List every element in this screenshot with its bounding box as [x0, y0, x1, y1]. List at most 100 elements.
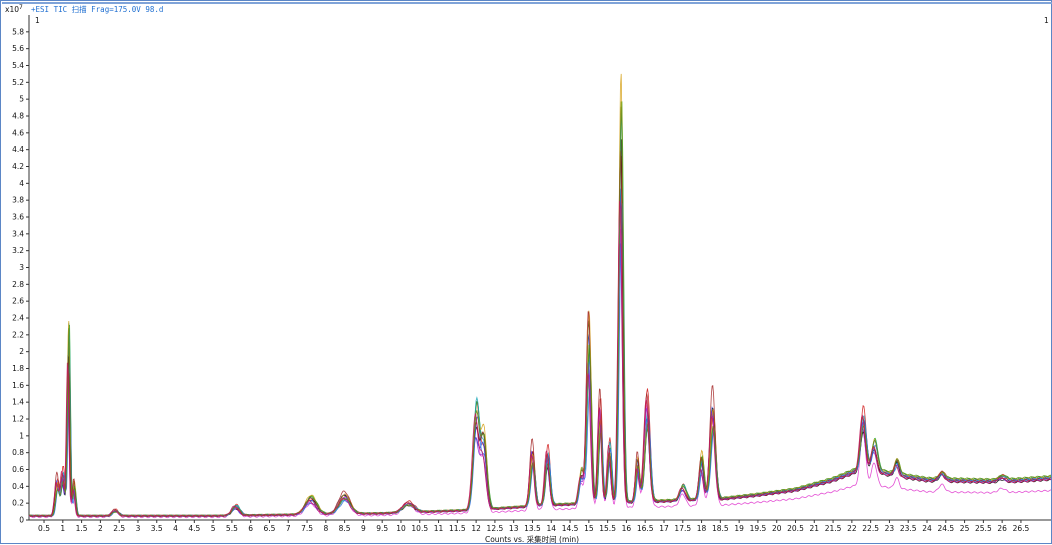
series-line [28, 243, 1052, 518]
chromatogram-panel: +ESI TIC 扫描 Frag=175.0V 98.d x10 7 1 1 0… [0, 0, 1052, 544]
x-tick-label: 10.5 [411, 524, 428, 533]
series-line [28, 101, 1052, 517]
x-tick-label: 18 [697, 524, 707, 533]
x-tick-label: 11 [434, 524, 444, 533]
x-tick-label: 25.5 [975, 524, 992, 533]
y-tick-label: 5 [19, 95, 24, 104]
y-tick-label: 3.6 [12, 213, 24, 222]
y-axis: 0 0.2 0.4 0.6 0.8 1 1.2 1.4 1.6 1.8 2 2.2 2.4 2.6 2.8 3… [12, 27, 29, 525]
y-tick-label: 1.2 [12, 415, 24, 424]
x-tick-label: 24.5 [937, 524, 954, 533]
x-tick-label: 24 [922, 524, 932, 533]
y-tick-label: 4.6 [12, 128, 24, 137]
x-tick-label: 23 [885, 524, 895, 533]
x-tick-label: 1.5 [76, 524, 88, 533]
x-tick-label: 10 [396, 524, 406, 533]
x-tick-label: 11.5 [449, 524, 466, 533]
x-tick-label: 16 [622, 524, 632, 533]
y-tick-label: 3.2 [12, 246, 24, 255]
x-tick-label: 18.5 [712, 524, 729, 533]
tic-chromatogram-chart: +ESI TIC 扫描 Frag=175.0V 98.d x10 7 1 1 0… [2, 2, 1052, 544]
x-tick-label: 7 [286, 524, 291, 533]
y-multiplier-label: x10 [5, 5, 19, 14]
y-tick-label: 0 [19, 516, 24, 525]
series-line [28, 113, 1052, 517]
x-tick-label: 22.5 [862, 524, 879, 533]
x-tick-label: 22 [847, 524, 857, 533]
y-tick-label: 4.8 [12, 112, 24, 121]
y-tick-label: 2.2 [12, 330, 24, 339]
x-tick-label: 26 [997, 524, 1007, 533]
y-tick-label: 2 [19, 347, 24, 356]
y-tick-label: 1.4 [12, 398, 24, 407]
series-line [28, 106, 1052, 517]
x-tick-label: 6 [248, 524, 253, 533]
series-line [29, 73, 1052, 517]
x-tick-label: 13 [509, 524, 519, 533]
y-tick-label: 1.6 [12, 381, 24, 390]
y-tick-label: 2.8 [12, 280, 24, 289]
y-tick-label: 4.4 [12, 145, 24, 154]
y-tick-label: 5.8 [12, 27, 24, 36]
y-tick-label: 3.8 [12, 196, 24, 205]
x-tick-label: 8.5 [339, 524, 351, 533]
x-tick-label: 21 [810, 524, 820, 533]
x-tick-label: 8 [323, 524, 328, 533]
x-tick-label: 17 [659, 524, 669, 533]
y-tick-label: 4.2 [12, 162, 24, 171]
series-line [28, 150, 1052, 517]
corner-marker-right: 1 [1044, 16, 1049, 25]
x-tick-label: 13.5 [524, 524, 541, 533]
x-tick-label: 0.5 [38, 524, 50, 533]
x-tick-label: 1 [60, 524, 65, 533]
x-tick-label: 5.5 [226, 524, 238, 533]
y-tick-label: 2.6 [12, 297, 24, 306]
series-line [28, 200, 1052, 518]
x-tick-label: 17.5 [674, 524, 691, 533]
y-tick-label: 0.2 [12, 499, 24, 508]
y-tick-label: 1 [19, 431, 24, 440]
y-tick-label: 5.4 [12, 61, 24, 70]
series-lines [28, 73, 1052, 519]
y-tick-label: 0.8 [12, 448, 24, 457]
x-tick-label: 5 [211, 524, 216, 533]
x-tick-label: 19.5 [750, 524, 767, 533]
x-tick-label: 20.5 [787, 524, 804, 533]
x-tick-label: 23.5 [900, 524, 917, 533]
x-tick-label: 15 [584, 524, 594, 533]
plot-area [28, 15, 1051, 521]
x-tick-label: 15.5 [599, 524, 616, 533]
y-tick-label: 5.2 [12, 78, 24, 87]
y-tick-label: 0.4 [12, 482, 24, 491]
x-tick-label: 3 [136, 524, 141, 533]
x-axis: 0.5 1 1.5 2 2.5 3 3.5 4 4.5 5 5.5 6 6.5 7 7.5 8 8.5 9 9.5 1… [38, 520, 1030, 533]
x-tick-label: 16.5 [637, 524, 654, 533]
x-tick-label: 21.5 [825, 524, 842, 533]
chart-title: +ESI TIC 扫描 Frag=175.0V 98.d [31, 4, 163, 14]
series-line [28, 228, 1052, 519]
x-tick-label: 3.5 [151, 524, 163, 533]
y-tick-label: 4 [19, 179, 24, 188]
y-tick-label: 0.6 [12, 465, 24, 474]
x-tick-label: 14.5 [562, 524, 579, 533]
y-tick-label: 3.4 [12, 229, 24, 238]
x-tick-label: 26.5 [1013, 524, 1030, 533]
x-axis-label: Counts vs. 采集时间 (min) [485, 534, 579, 544]
x-tick-label: 19 [734, 524, 744, 533]
y-tick-label: 5.6 [12, 44, 24, 53]
corner-marker-left: 1 [35, 16, 40, 25]
x-tick-label: 2.5 [113, 524, 125, 533]
y-tick-label: 2.4 [12, 314, 24, 323]
x-tick-label: 14 [546, 524, 556, 533]
x-tick-label: 9.5 [376, 524, 388, 533]
x-tick-label: 12 [471, 524, 481, 533]
y-tick-label: 1.8 [12, 364, 24, 373]
x-tick-label: 25 [960, 524, 970, 533]
x-tick-label: 7.5 [301, 524, 313, 533]
x-tick-label: 2 [98, 524, 103, 533]
y-tick-label: 3 [19, 263, 24, 272]
x-tick-label: 6.5 [264, 524, 276, 533]
x-tick-label: 20 [772, 524, 782, 533]
y-exponent-label: 7 [19, 4, 23, 11]
x-tick-label: 4.5 [188, 524, 200, 533]
